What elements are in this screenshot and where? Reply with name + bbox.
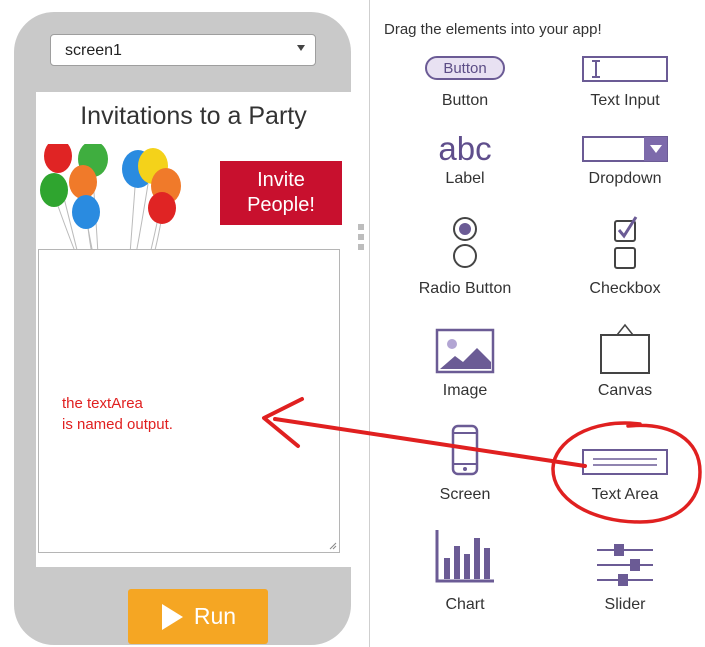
annotation-line-1: the textArea xyxy=(62,395,143,412)
toolbox-item-label: Chart xyxy=(445,596,485,613)
toolbox-item-image[interactable]: Image xyxy=(395,328,535,418)
balloons-image xyxy=(40,144,181,254)
screen-icon xyxy=(395,424,535,481)
invite-people-button[interactable]: Invite People! xyxy=(220,161,342,225)
toolbox-item-label: Canvas xyxy=(597,382,653,399)
toolbox-item-label: Image xyxy=(442,382,488,399)
canvas-icon xyxy=(555,322,695,381)
dropdown-icon xyxy=(555,136,695,169)
resize-grip-icon[interactable] xyxy=(329,542,337,550)
toolbox-item-label: Checkbox xyxy=(589,280,661,297)
label-icon-text: abc xyxy=(438,130,492,167)
chart-icon xyxy=(395,528,535,589)
chevron-down-icon xyxy=(297,45,305,51)
text-input-icon xyxy=(555,56,695,89)
toolbox-item-label: Label xyxy=(445,170,485,187)
toolbox-heading: Drag the elements into your app! xyxy=(384,21,602,38)
page-title: Invitations to a Party xyxy=(80,102,307,130)
toolbox-item-checkbox[interactable]: Checkbox xyxy=(555,214,695,304)
toolbox-item-label: Radio Button xyxy=(418,280,512,297)
invite-people-label: Invite People! xyxy=(247,169,315,216)
button-icon-text: Button xyxy=(425,56,505,80)
toolbox-item-label: Text Input xyxy=(590,92,660,109)
toolbox-item-text-area[interactable]: Text Area xyxy=(555,448,695,538)
drag-handle-icon[interactable] xyxy=(358,224,364,250)
toolbox-item-label: Button xyxy=(441,92,489,109)
toolbox-item-canvas[interactable]: Canvas xyxy=(555,322,695,412)
checkbox-icon xyxy=(555,214,695,275)
annotation-note: the textArea is named output. xyxy=(62,393,173,435)
radio-button-icon xyxy=(395,214,535,275)
screen-dropdown-value: screen1 xyxy=(65,42,122,59)
slider-icon xyxy=(555,540,695,593)
toolbox-item-label[interactable]: abc Label xyxy=(395,132,535,222)
toolbox-item-radio-button[interactable]: Radio Button xyxy=(395,214,535,304)
play-icon xyxy=(161,603,183,630)
text-area-icon xyxy=(555,448,695,481)
toolbox-item-screen[interactable]: Screen xyxy=(395,424,535,514)
image-icon xyxy=(395,328,535,379)
toolbox-item-label: Slider xyxy=(604,596,646,613)
annotation-line-2: is named output. xyxy=(62,416,173,433)
toolbox-item-slider[interactable]: Slider xyxy=(555,540,695,630)
run-button-label: Run xyxy=(193,603,237,629)
run-button[interactable]: Run xyxy=(128,589,268,644)
button-icon: Button xyxy=(395,56,535,80)
toolbox-item-label: Text Area xyxy=(591,486,659,503)
toolbox-item-dropdown[interactable]: Dropdown xyxy=(555,132,695,222)
panel-divider xyxy=(369,0,370,647)
toolbox-item-label: Screen xyxy=(439,486,491,503)
toolbox-item-label: Dropdown xyxy=(588,170,662,187)
toolbox-item-chart[interactable]: Chart xyxy=(395,528,535,618)
screen-dropdown[interactable]: screen1 xyxy=(50,34,316,66)
label-icon: abc xyxy=(395,132,535,166)
